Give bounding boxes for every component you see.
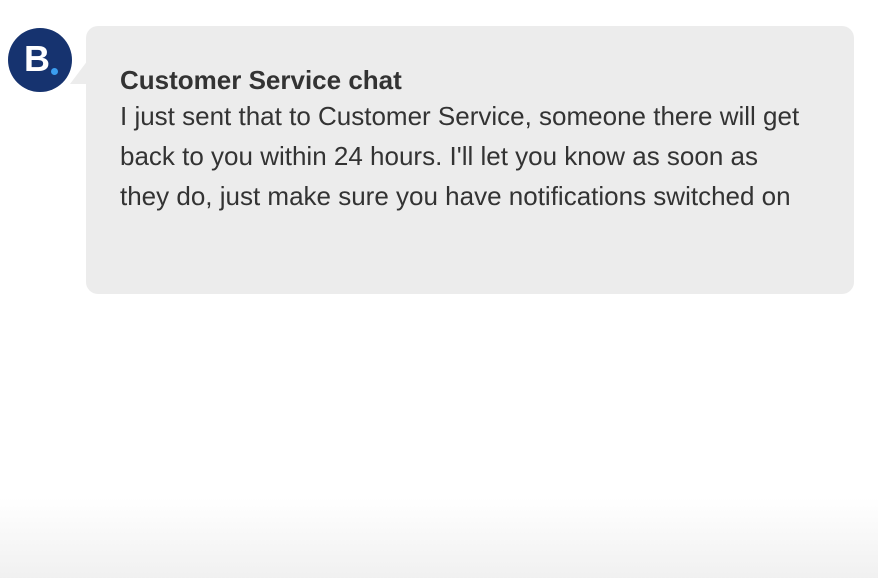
- bottom-fade-overlay: [0, 498, 878, 578]
- avatar-dot-icon: [51, 68, 58, 75]
- bubble-tail: [70, 60, 88, 84]
- avatar-letter: B: [24, 38, 50, 79]
- message-body: I just sent that to Customer Service, so…: [120, 101, 800, 211]
- message-title: Customer Service chat: [120, 65, 402, 95]
- bot-avatar: B: [8, 28, 72, 92]
- message-bubble: Customer Service chat I just sent that t…: [70, 26, 854, 294]
